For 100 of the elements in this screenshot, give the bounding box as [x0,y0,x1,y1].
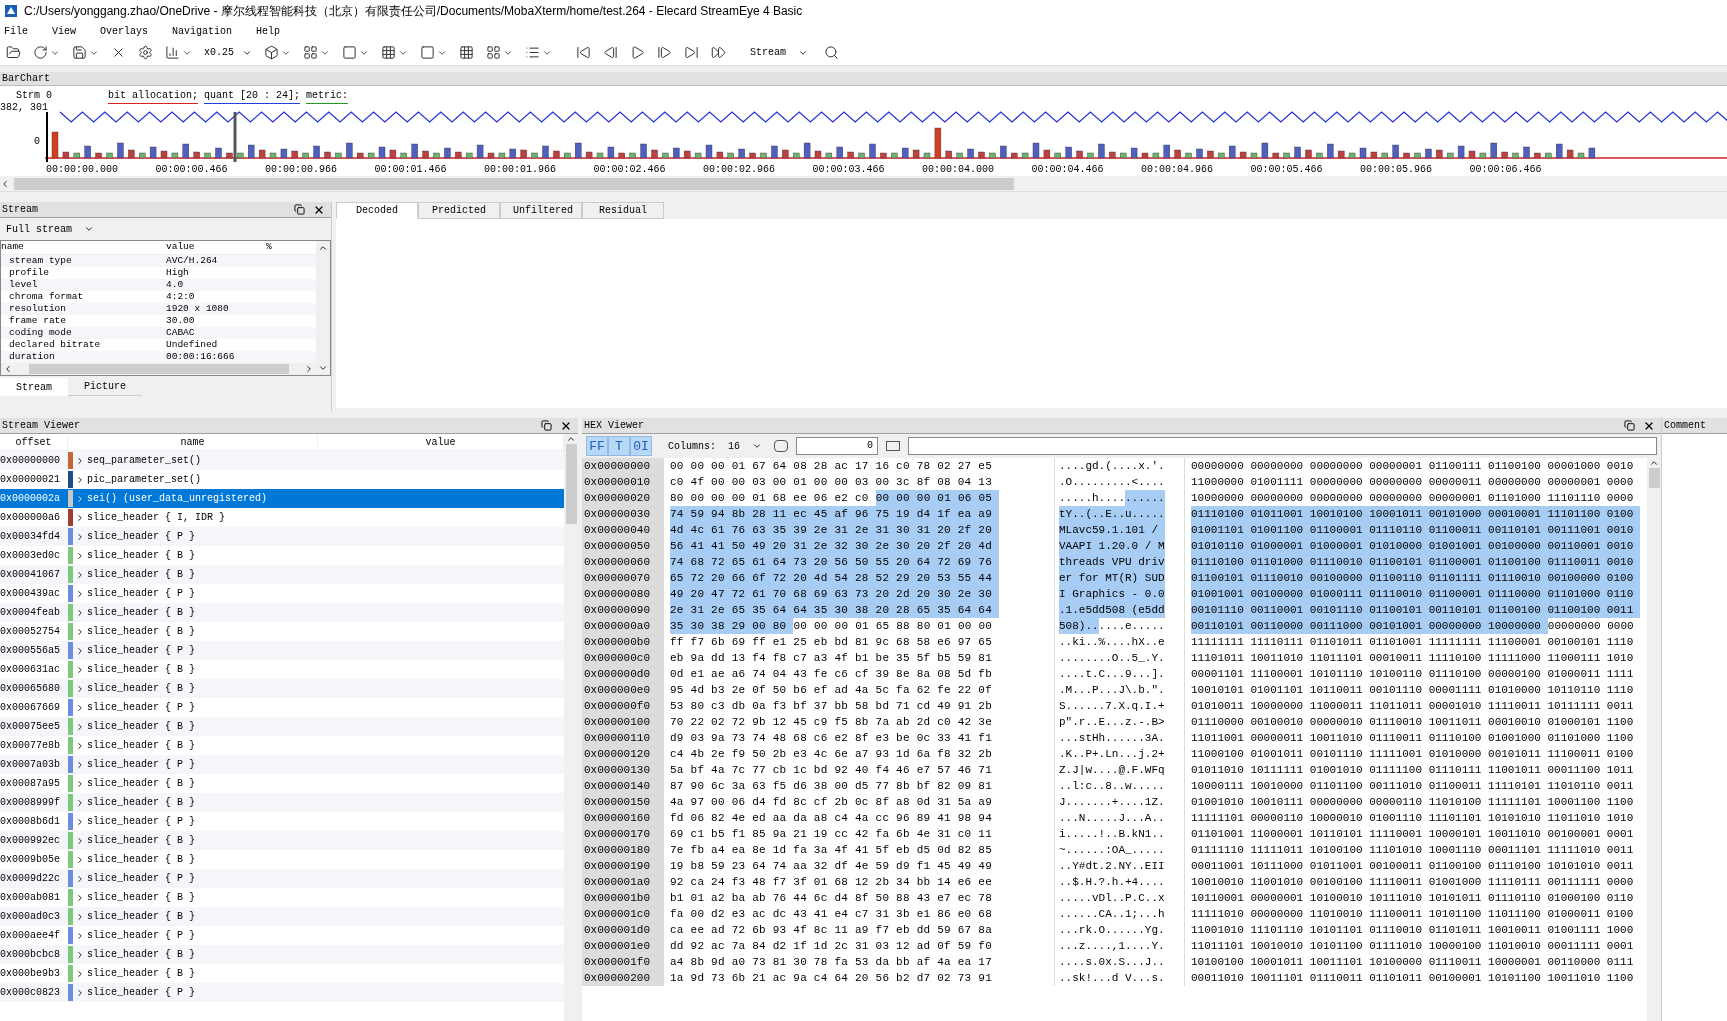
offset-cell-text: 0x00000021 [0,473,61,487]
menu-item[interactable]: File [4,23,28,39]
expand-icon[interactable] [75,816,85,827]
expand-icon[interactable] [75,664,85,675]
scrollbar-thumb[interactable] [28,364,289,374]
scroll-right-icon[interactable] [304,364,314,374]
menu-item[interactable]: Overlays [100,23,149,39]
element-name: slice_header { B } [87,663,196,677]
offset-cell: 0x00000150 [582,794,664,810]
expand-icon[interactable] [75,797,85,808]
stream-dropdown[interactable]: Stream [742,45,817,60]
tree-row[interactable]: 0x0007a03b slice_header { P } [0,755,564,774]
mode-toggle[interactable]: T [608,436,630,456]
float-icon[interactable] [294,204,305,215]
expand-icon[interactable] [75,892,85,903]
go-to-icon[interactable] [886,441,901,451]
scrollbar-thumb[interactable] [14,177,1014,190]
expand-icon[interactable] [75,854,85,865]
ascii-text: ....t.C...9...]. [1059,666,1165,682]
expand-icon[interactable] [75,835,85,846]
scroll-down-icon[interactable] [318,363,328,373]
scroll-left-icon[interactable] [0,178,10,189]
menu-item[interactable]: Navigation [172,23,233,39]
tree-row[interactable]: 0x000992ec slice_header { B } [0,831,564,850]
time-label: 00:00:00.966 [265,163,338,177]
scrollbar-thumb[interactable] [1648,468,1660,488]
tree-row[interactable]: 0x0009d22c slice_header { P } [0,869,564,888]
expand-icon[interactable] [75,987,85,998]
element-name: slice_header { B } [87,568,196,582]
scrollbar-thumb[interactable] [565,444,577,524]
expand-icon[interactable] [75,626,85,637]
tree-row[interactable]: 0x000556a5 slice_header { P } [0,641,564,660]
columns-dropdown[interactable]: 16 [724,438,767,454]
expand-icon[interactable] [75,759,85,770]
expand-icon[interactable] [75,968,85,979]
stream-filter-dropdown[interactable]: Full stream [0,218,100,240]
ascii-text: .....h.... [1059,490,1125,506]
tab[interactable]: Unfiltered [500,202,582,219]
expand-icon[interactable] [75,531,85,542]
expand-icon[interactable] [75,588,85,599]
tree-row[interactable]: 0x00034fd4 slice_header { P } [0,527,564,546]
expand-icon[interactable] [75,569,85,580]
offset-cell-text: 0x000be9b3 [0,967,61,981]
tree-row[interactable]: 0x0008999f slice_header { B } [0,793,564,812]
mode-toggle[interactable]: 0I [630,436,652,456]
close-icon [111,45,126,60]
tab[interactable]: Picture [68,378,143,396]
tab[interactable]: Predicted [418,202,500,219]
expand-icon[interactable] [75,474,85,485]
offset-cell-text: 0x00077e8b [0,739,61,753]
tree-row[interactable]: 0x00000000 seq_parameter_set() [0,451,564,470]
tree-row[interactable]: 0x00065680 slice_header { B } [0,679,564,698]
expand-icon[interactable] [75,778,85,789]
tree-row[interactable]: 0x00041067 slice_header { B } [0,565,564,584]
menu-item[interactable]: View [52,23,77,39]
tree-row[interactable]: 0x000ad0c3 slice_header { B } [0,907,564,926]
panel-title: Stream Viewer [2,419,80,433]
expand-icon[interactable] [75,721,85,732]
expand-icon[interactable] [75,550,85,561]
expand-icon[interactable] [75,740,85,751]
scroll-up-icon[interactable] [318,243,328,253]
element-name: slice_header { B } [87,720,196,734]
tree-row[interactable]: 0x00075ee5 slice_header { B } [0,717,564,736]
float-icon[interactable] [541,420,552,431]
expand-icon[interactable] [75,512,85,523]
offset-cell: 0x00000100 [582,714,664,730]
expand-icon[interactable] [75,873,85,884]
scroll-up-icon[interactable] [1649,458,1659,468]
binary-bits: 00000000 00000000 00000000 00000001 01100111 01100100 00001000 0010 [1191,458,1635,474]
tree-row[interactable]: 0x0000002a sei() (user_data_unregistered) [0,489,564,508]
ascii-text: ...rk.O......Yg. [1059,922,1165,938]
menu-item[interactable]: Help [256,23,281,39]
expand-icon[interactable] [75,645,85,656]
scroll-left-icon[interactable] [3,364,13,374]
offset-cell: 0x00000200 [582,970,664,986]
float-icon[interactable] [1624,420,1635,431]
expand-icon[interactable] [75,493,85,504]
search-field[interactable] [908,437,1657,455]
expand-icon[interactable] [75,949,85,960]
tab[interactable]: Stream [0,378,68,396]
tree-row[interactable]: 0x0004feab slice_header { B } [0,603,564,622]
element-name: slice_header { B } [87,606,196,620]
tab[interactable]: Decoded [336,202,418,219]
expand-icon[interactable] [75,455,85,466]
scroll-up-icon[interactable] [566,434,576,444]
time-label: 00:00:02.966 [703,163,776,177]
mode-toggle[interactable]: FF [586,436,608,456]
expand-icon[interactable] [75,930,85,941]
binary-bits: 10000111 10010000 01101100 00111010 01100011 11110101 11010110 0011 [1191,778,1635,794]
caret-icon [84,224,94,234]
expand-icon[interactable] [75,607,85,618]
tab[interactable]: Residual [582,202,664,219]
expand-icon[interactable] [75,702,85,713]
tree-row[interactable]: 0x000c0823 slice_header { P } [0,983,564,1002]
zoom-dropdown[interactable]: x0.25 [200,45,256,60]
expand-icon[interactable] [75,911,85,922]
tree-row[interactable]: 0x000bcbc8 slice_header { B } [0,945,564,964]
offset-field[interactable]: 0 [796,437,879,455]
expand-icon[interactable] [75,683,85,694]
offset-cell-text: 0x000aee4f [0,929,61,943]
